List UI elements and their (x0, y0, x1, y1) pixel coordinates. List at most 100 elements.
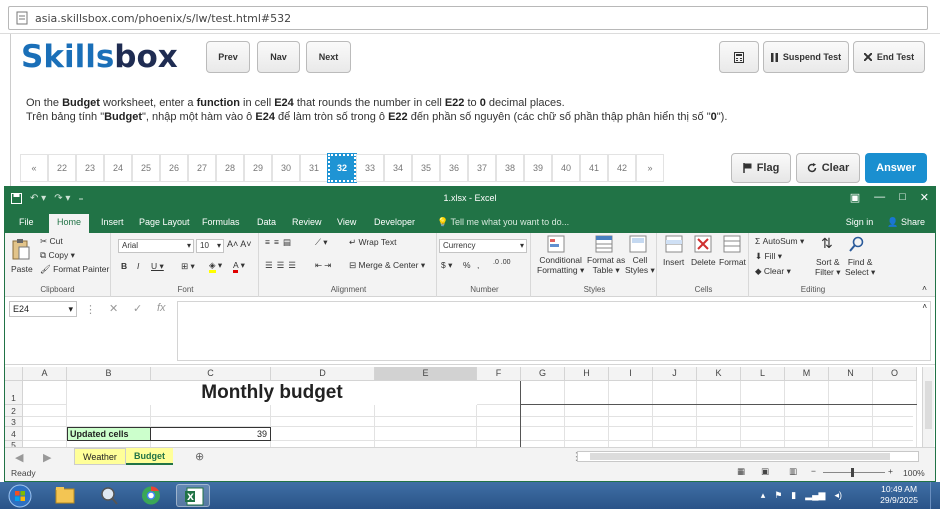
normal-view-icon[interactable]: ▦ (737, 466, 745, 477)
tab-page-layout[interactable]: Page Layout (139, 217, 190, 227)
decimal-icons[interactable]: .0 .00 (493, 259, 511, 266)
taskbar-tool-app[interactable] (92, 484, 126, 507)
row-header-3[interactable]: 3 (5, 417, 23, 427)
horizontal-align-icons[interactable]: ☰☰☰ (265, 260, 300, 271)
cell-b4[interactable]: Updated cells (67, 427, 151, 441)
column-header-d[interactable]: D (271, 367, 375, 381)
percent-icon[interactable]: % (463, 260, 471, 270)
sheet-scroll-left-icon[interactable]: ◀ (15, 451, 23, 464)
select-all-corner[interactable] (5, 367, 23, 381)
cell-styles-button[interactable]: Cell Styles ▾ (625, 255, 655, 275)
sheet-scroll-right-icon[interactable]: ▶ (43, 451, 51, 464)
pager-question-27[interactable]: 27 (188, 154, 216, 182)
cut-button[interactable]: ✂ Cut (40, 236, 63, 247)
number-format-select[interactable]: Currency ▾ (439, 239, 527, 253)
vertical-align-icons[interactable]: ≡≡▤ (265, 237, 295, 248)
clear-format-button[interactable]: ◆ Clear ▾ (755, 266, 791, 277)
nav-button[interactable]: Nav (257, 41, 300, 73)
comma-icon[interactable]: , (477, 260, 479, 270)
format-painter-button[interactable]: 🖌 Format Painter (40, 264, 109, 275)
conditional-formatting-button[interactable]: Conditional Formatting ▾ (537, 255, 584, 275)
pager-question-25[interactable]: 25 (132, 154, 160, 182)
copy-button[interactable]: ⧉ Copy ▾ (40, 250, 75, 261)
italic-icon[interactable]: I (137, 261, 139, 271)
column-header-f[interactable]: F (477, 367, 521, 381)
font-size-select[interactable]: 10 ▾ (196, 239, 224, 253)
format-as-table-button[interactable]: Format as Table ▾ (587, 255, 625, 275)
taskbar-chrome[interactable] (134, 484, 168, 507)
format-as-table-icon[interactable] (595, 235, 613, 253)
pager-question-42[interactable]: 42 (608, 154, 636, 182)
horizontal-scroll-thumb[interactable] (590, 453, 890, 460)
window-close-icon[interactable]: ✕ (920, 191, 929, 204)
column-header-i[interactable]: I (609, 367, 653, 381)
pager-question-26[interactable]: 26 (160, 154, 188, 182)
pager-question-30[interactable]: 30 (272, 154, 300, 182)
pager-first-icon[interactable]: « (20, 154, 48, 182)
column-header-a[interactable]: A (23, 367, 67, 381)
insert-button[interactable]: Insert (663, 257, 684, 267)
taskbar-excel[interactable]: X (176, 484, 210, 507)
pager-question-40[interactable]: 40 (552, 154, 580, 182)
cancel-entry-icon[interactable]: ✕ (109, 302, 118, 315)
accounting-icon[interactable]: $ ▾ (441, 260, 452, 271)
start-button-icon[interactable] (8, 484, 32, 508)
suspend-test-button[interactable]: Suspend Test (763, 41, 849, 73)
page-break-view-icon[interactable]: ▥ (789, 466, 797, 477)
collapse-ribbon-icon[interactable]: ˄ (922, 283, 927, 293)
orientation-icon[interactable]: ⟋ ▾ (315, 237, 328, 248)
name-box[interactable]: E24 ▾ (9, 301, 77, 317)
pager-question-23[interactable]: 23 (76, 154, 104, 182)
paste-icon[interactable] (11, 237, 31, 261)
zoom-in-icon[interactable]: + (888, 466, 893, 476)
font-color-icon[interactable]: A ▾ (233, 260, 245, 273)
pager-question-38[interactable]: 38 (496, 154, 524, 182)
pager-last-icon[interactable]: » (636, 154, 664, 182)
show-desktop-button[interactable] (930, 482, 940, 509)
pager-question-36[interactable]: 36 (440, 154, 468, 182)
pager-question-31[interactable]: 31 (300, 154, 328, 182)
pager-question-24[interactable]: 24 (104, 154, 132, 182)
page-layout-view-icon[interactable]: ▣ (761, 466, 769, 477)
tell-me-box[interactable]: 💡 Tell me what you want to do... (437, 217, 569, 228)
vertical-scroll-thumb[interactable] (925, 381, 932, 429)
borders-icon[interactable]: ⊞ ▾ (181, 261, 195, 272)
zoom-slider-thumb[interactable] (851, 468, 854, 477)
network-icon[interactable]: ▮ (791, 490, 796, 501)
sort-filter-icon[interactable]: ⇅ (821, 235, 833, 252)
address-field[interactable]: asia.skillsbox.com/phoenix/s/lw/test.htm… (8, 6, 928, 30)
pager-question-37[interactable]: 37 (468, 154, 496, 182)
format-button[interactable]: Format (719, 257, 746, 267)
share-button[interactable]: 👤 Share (887, 217, 925, 228)
autosum-button[interactable]: Σ AutoSum ▾ (755, 236, 804, 247)
confirm-entry-icon[interactable]: ✓ (133, 302, 142, 315)
next-button[interactable]: Next (306, 41, 351, 73)
fill-color-icon[interactable]: ◈ ▾ (209, 260, 222, 273)
row-header-4[interactable]: 4 (5, 427, 23, 441)
column-header-m[interactable]: M (785, 367, 829, 381)
row-header-2[interactable]: 2 (5, 405, 23, 417)
taskbar-clock[interactable]: 10:49 AM 29/9/2025 (880, 484, 918, 506)
tab-file[interactable]: File (19, 217, 34, 227)
formula-input[interactable] (177, 301, 931, 361)
tab-developer[interactable]: Developer (374, 217, 415, 227)
delete-cells-icon[interactable] (694, 235, 712, 253)
clear-button[interactable]: Clear (796, 153, 860, 183)
row-header-1[interactable]: 1 (5, 381, 23, 405)
column-header-o[interactable]: O (873, 367, 917, 381)
column-header-e[interactable]: E (375, 367, 477, 381)
cell-c4[interactable]: 39 (151, 427, 271, 441)
horizontal-scrollbar[interactable] (577, 451, 919, 462)
end-test-button[interactable]: End Test (853, 41, 925, 73)
grow-font-icon[interactable]: A˄ A˅ (227, 239, 252, 249)
column-header-b[interactable]: B (67, 367, 151, 381)
insert-function-icon[interactable]: fx (157, 302, 166, 314)
prev-button[interactable]: Prev (206, 41, 250, 73)
format-cells-icon[interactable] (723, 235, 741, 253)
action-center-icon[interactable]: ⚑ (774, 490, 782, 501)
pager-question-32[interactable]: 32 (327, 153, 357, 183)
tab-review[interactable]: Review (292, 217, 322, 227)
column-header-j[interactable]: J (653, 367, 697, 381)
column-header-c[interactable]: C (151, 367, 271, 381)
tray-expand-icon[interactable]: ▴ (761, 490, 766, 501)
